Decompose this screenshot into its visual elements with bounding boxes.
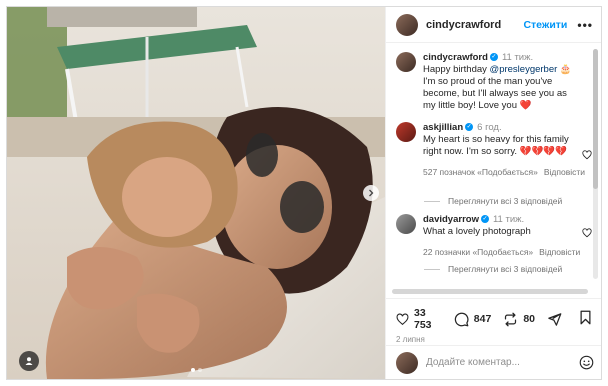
carousel-dots: [191, 368, 202, 372]
caption-time[interactable]: 11 тиж.: [502, 52, 533, 63]
reply-divider: [424, 268, 440, 270]
caption-text: Happy birthday: [423, 64, 490, 75]
comment-time[interactable]: 11 тиж.: [493, 214, 524, 225]
avatar[interactable]: [396, 52, 416, 72]
view-replies-label: Переглянути всі 3 відповідей: [448, 196, 563, 206]
photo-image: [7, 7, 385, 379]
post-side-panel: cindycrawford Стежити ••• cindycrawford ✓…: [385, 7, 601, 379]
view-replies-label: Переглянути всі 3 відповідей: [448, 264, 563, 274]
comment-input[interactable]: Додайте коментар...: [426, 357, 579, 368]
tagged-users-button[interactable]: [19, 351, 39, 371]
comment-item: askjillian ✓ 6 год. My heart is so heavy f…: [396, 122, 596, 178]
bookmark-icon: [580, 310, 591, 325]
share-icon: [548, 312, 562, 326]
more-options-icon[interactable]: •••: [577, 18, 593, 32]
comments-list: cindycrawford ✓ 11 тиж. Happy birthday @pr…: [386, 44, 601, 290]
reply-button[interactable]: Відповісти: [539, 247, 580, 257]
comment-likes[interactable]: 527 позначок «Подобається»: [423, 167, 538, 177]
view-replies-button[interactable]: Переглянути всі 3 відповідей: [424, 196, 562, 206]
comment-username[interactable]: davidyarrow: [423, 214, 479, 225]
reposts-count: 80: [523, 313, 535, 325]
view-replies-button[interactable]: Переглянути всі 3 відповідей: [424, 264, 562, 274]
user-tag-icon: [25, 357, 33, 365]
comment-icon: [454, 312, 469, 326]
reply-divider: [424, 200, 440, 202]
repost-button[interactable]: 80: [503, 312, 535, 327]
verified-badge-icon: ✓: [465, 123, 474, 132]
repost-icon: [505, 312, 517, 326]
post-photo: [7, 7, 385, 379]
comment-text: My heart is so heavy for this family rig…: [423, 134, 569, 157]
like-button[interactable]: 33 753: [396, 307, 442, 331]
carousel-dot: [191, 368, 195, 372]
next-photo-button[interactable]: [363, 185, 379, 201]
heart-icon[interactable]: [582, 228, 592, 238]
likes-count[interactable]: 33 753: [414, 307, 442, 331]
scrollbar-thumb[interactable]: [593, 49, 598, 189]
comment-item: davidyarrow ✓ 11 тиж. What a lovely photog…: [396, 214, 596, 258]
carousel-dot: [198, 368, 202, 372]
caption: cindycrawford ✓ 11 тиж. Happy birthday @pr…: [396, 52, 596, 112]
verified-badge-icon: ✓: [480, 215, 489, 224]
comment-text: What a lovely photograph: [423, 226, 531, 237]
post-dialog: cindycrawford Стежити ••• cindycrawford ✓…: [6, 6, 602, 380]
follow-button[interactable]: Стежити: [523, 19, 567, 31]
comment-username[interactable]: askjillian: [423, 122, 463, 133]
heart-icon: [396, 313, 409, 325]
caption-mention[interactable]: @presleygerber: [490, 64, 558, 75]
verified-badge-icon: ✓: [489, 53, 498, 62]
comments-count: 847: [473, 313, 492, 325]
comment-likes[interactable]: 22 позначки «Подобається»: [423, 247, 533, 257]
chevron-right-icon: [369, 189, 374, 197]
comments-scrollbar[interactable]: [593, 49, 598, 279]
reply-button[interactable]: Відповісти: [544, 167, 585, 177]
heart-icon[interactable]: [582, 150, 592, 160]
comment-time[interactable]: 6 год.: [477, 122, 501, 133]
emoji-icon[interactable]: [579, 355, 594, 370]
horizontal-scrollbar[interactable]: [392, 289, 588, 294]
avatar[interactable]: [396, 214, 416, 234]
caption-username[interactable]: cindycrawford: [423, 52, 488, 63]
avatar[interactable]: [396, 122, 416, 142]
header-username[interactable]: cindycrawford: [426, 19, 523, 31]
avatar: [396, 351, 418, 374]
comment-button[interactable]: 847: [454, 312, 492, 327]
comment-meta: 527 позначок «Подобається» Відповісти: [423, 166, 585, 178]
avatar[interactable]: [396, 13, 418, 36]
save-button[interactable]: [579, 310, 592, 328]
post-header: cindycrawford Стежити •••: [386, 7, 601, 43]
share-button[interactable]: [547, 312, 567, 327]
add-comment-bar: Додайте коментар...: [386, 345, 601, 379]
actions-bar: 33 753 847 80 2 липня: [386, 298, 601, 344]
comment-meta: 22 позначки «Подобається» Відповісти: [423, 246, 580, 258]
